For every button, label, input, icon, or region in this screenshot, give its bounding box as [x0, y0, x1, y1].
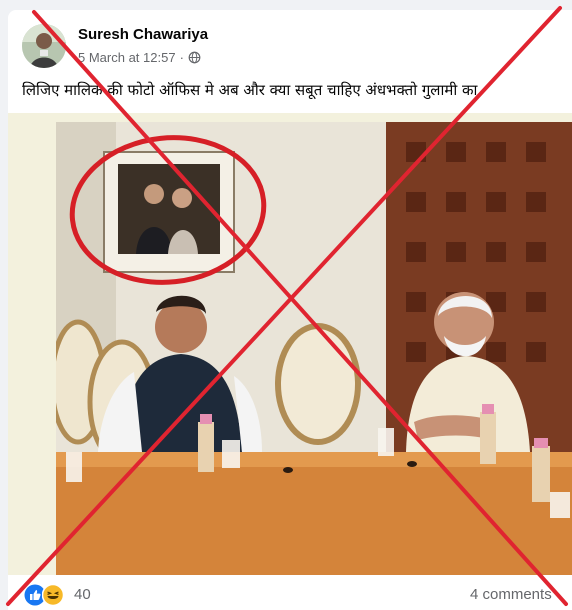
- post-meta: 5 March at 12:57 ·: [78, 50, 201, 65]
- photo-illustration: [56, 122, 572, 575]
- post-card: Suresh Chawariya 5 March at 12:57 · लिजि…: [8, 10, 572, 610]
- post-timestamp[interactable]: 5 March at 12:57: [78, 50, 176, 65]
- avatar-image: [22, 24, 66, 68]
- post-caption: लिजिए मालिक की फोटो ऑफिस मे अब और क्या स…: [22, 81, 483, 99]
- author-name[interactable]: Suresh Chawariya: [78, 26, 208, 43]
- globe-icon: [188, 51, 201, 64]
- reaction-icons[interactable]: [24, 584, 64, 606]
- post-footer: 40 4 comments: [8, 582, 572, 610]
- comments-link[interactable]: 4 comments: [470, 586, 552, 603]
- haha-icon: [42, 584, 64, 606]
- meta-separator: ·: [179, 50, 184, 65]
- reaction-count[interactable]: 40: [74, 586, 91, 603]
- author-avatar[interactable]: [22, 24, 66, 68]
- post-photo[interactable]: [56, 122, 572, 575]
